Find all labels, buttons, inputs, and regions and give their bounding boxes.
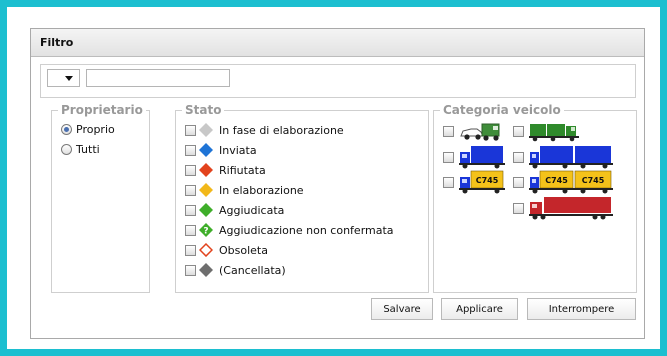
stato-label: Rifiutata bbox=[219, 163, 266, 177]
gray-diamond-icon bbox=[199, 123, 213, 137]
owner-option-label: Tutti bbox=[76, 142, 100, 156]
panel-header: Filtro bbox=[31, 29, 644, 57]
owner-option-label: Proprio bbox=[76, 122, 115, 136]
vehicle-option[interactable] bbox=[513, 145, 613, 169]
apply-button[interactable]: Applicare bbox=[441, 298, 518, 320]
vehicle-option[interactable]: C745 C745 bbox=[513, 170, 613, 194]
checkbox[interactable] bbox=[443, 176, 454, 188]
stato-legend: Stato bbox=[185, 103, 222, 117]
stato-label: Inviata bbox=[219, 143, 257, 157]
checkbox[interactable] bbox=[185, 224, 196, 236]
radio-icon[interactable] bbox=[61, 143, 72, 155]
radio-selected-icon[interactable] bbox=[61, 123, 72, 135]
checkbox[interactable] bbox=[185, 144, 196, 156]
green-diamond-icon bbox=[199, 203, 213, 217]
yellow-diamond-icon bbox=[199, 183, 213, 197]
categoria-legend: Categoria veicolo bbox=[443, 103, 561, 117]
vehicle-option[interactable]: C745 bbox=[443, 170, 505, 194]
blue-truck-trailer-icon bbox=[529, 146, 613, 169]
red-outline-diamond-icon bbox=[199, 243, 213, 257]
checkbox[interactable] bbox=[513, 151, 524, 163]
stato-item[interactable]: Obsoleta bbox=[185, 240, 268, 260]
checkbox[interactable] bbox=[185, 264, 196, 276]
stato-item[interactable]: Rifiutata bbox=[185, 160, 266, 180]
checkbox[interactable] bbox=[185, 184, 196, 196]
blue-diamond-icon bbox=[199, 143, 213, 157]
owner-legend: Proprietario bbox=[61, 103, 143, 117]
stato-item[interactable]: In elaborazione bbox=[185, 180, 304, 200]
checkbox[interactable] bbox=[185, 164, 196, 176]
checkbox[interactable] bbox=[513, 202, 524, 214]
stato-label: In elaborazione bbox=[219, 183, 304, 197]
search-input[interactable] bbox=[86, 69, 230, 87]
stato-item[interactable]: ? Aggiudicazione non confermata bbox=[185, 220, 394, 240]
checkbox[interactable] bbox=[513, 125, 524, 137]
vehicle-option[interactable] bbox=[513, 120, 581, 142]
checkbox[interactable] bbox=[513, 176, 524, 188]
owner-option-proprio[interactable]: Proprio bbox=[61, 120, 115, 138]
filter-panel: Filtro Proprietario Proprio Tutti Stato … bbox=[30, 28, 645, 339]
checkbox[interactable] bbox=[185, 204, 196, 216]
yellow-truck-c745-icon: C745 bbox=[459, 170, 505, 194]
blue-truck-icon bbox=[459, 146, 505, 169]
red-diamond-icon bbox=[199, 163, 213, 177]
svg-text:?: ? bbox=[203, 227, 208, 237]
vehicle-badge: C745 bbox=[476, 176, 499, 185]
checkbox[interactable] bbox=[443, 125, 454, 137]
stato-label: In fase di elaborazione bbox=[219, 123, 344, 137]
dark-gray-diamond-icon bbox=[199, 263, 213, 277]
checkbox[interactable] bbox=[185, 244, 196, 256]
stato-item[interactable]: In fase di elaborazione bbox=[185, 120, 344, 140]
vehicle-badge: C745 bbox=[545, 176, 568, 185]
stato-label: Aggiudicazione non confermata bbox=[219, 223, 394, 237]
stato-item[interactable]: Inviata bbox=[185, 140, 257, 160]
green-question-diamond-icon: ? bbox=[199, 223, 213, 237]
green-truck-trailer-icon bbox=[529, 124, 579, 142]
vehicle-badge: C745 bbox=[582, 176, 605, 185]
checkbox[interactable] bbox=[443, 151, 454, 163]
stato-label: Obsoleta bbox=[219, 243, 268, 257]
owner-option-tutti[interactable]: Tutti bbox=[61, 140, 100, 158]
yellow-truck-trailer-c745-icon: C745 C745 bbox=[529, 170, 613, 194]
stato-label: Aggiudicata bbox=[219, 203, 285, 217]
vehicle-option[interactable] bbox=[443, 145, 505, 169]
stato-item[interactable]: (Cancellata) bbox=[185, 260, 286, 280]
stato-item[interactable]: Aggiudicata bbox=[185, 200, 284, 220]
save-button[interactable]: Salvare bbox=[371, 298, 433, 320]
red-semi-truck-icon bbox=[529, 197, 613, 220]
vehicle-option[interactable] bbox=[513, 196, 613, 220]
stato-label: (Cancellata) bbox=[219, 263, 286, 277]
cancel-button[interactable]: Interrompere bbox=[527, 298, 636, 320]
panel-title: Filtro bbox=[40, 36, 74, 49]
vehicle-option[interactable] bbox=[443, 120, 505, 142]
chevron-down-icon bbox=[65, 76, 73, 81]
checkbox[interactable] bbox=[185, 124, 196, 136]
van-car-icon bbox=[460, 123, 500, 141]
filter-dropdown[interactable] bbox=[47, 69, 80, 87]
